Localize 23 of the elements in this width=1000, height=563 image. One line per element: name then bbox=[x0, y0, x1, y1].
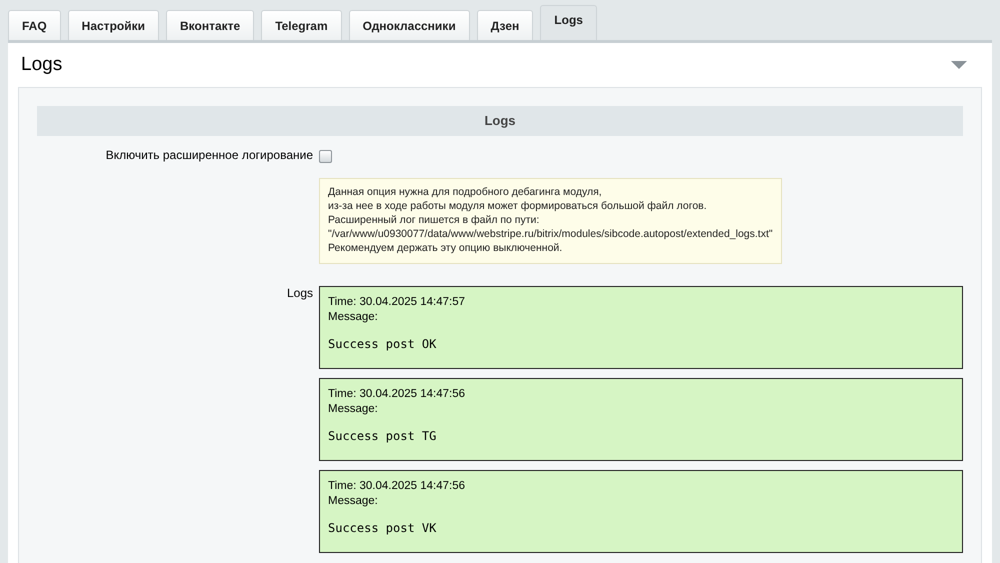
section-header: Logs bbox=[37, 106, 963, 136]
tab[interactable]: Вконтакте bbox=[166, 10, 254, 40]
log-message-label: Message: bbox=[328, 402, 379, 417]
tab[interactable]: Одноклассники bbox=[348, 10, 470, 40]
log-time: Time: 30.04.2025 14:47:56 bbox=[328, 387, 466, 402]
log-message: Success post TG bbox=[328, 429, 438, 443]
option-label: Включить расширенное логирование bbox=[106, 148, 313, 162]
log-time: Time: 30.04.2025 14:47:57 bbox=[328, 295, 466, 310]
collapse-icon[interactable] bbox=[951, 61, 967, 69]
tab[interactable]: Дзен bbox=[476, 10, 534, 40]
panel-title: Logs bbox=[21, 54, 62, 76]
tab[interactable]: Telegram bbox=[261, 10, 342, 40]
tab[interactable]: Настройки bbox=[68, 10, 159, 40]
log-time: Time: 30.04.2025 14:47:56 bbox=[328, 479, 466, 494]
log-message: Success post VK bbox=[328, 521, 438, 535]
tab[interactable]: Logs bbox=[540, 5, 597, 40]
info-note: Данная опция нужна для подробного дебагинга модуля, из-за нее в ходе работы модуля может формироваться большой файл логов. Расширенный лог пишется в файл по пути: "/var/www/u0930077/data/www/webstripe.ru/bitrix/modules/sibcode.autopost/extended_logs.txt" Рекомендуем держать эту опцию выключенной. bbox=[319, 178, 782, 264]
checkbox[interactable] bbox=[319, 150, 332, 164]
tab[interactable]: FAQ bbox=[8, 10, 61, 40]
field-label: Logs bbox=[286, 286, 313, 300]
log-message: Success post OK bbox=[328, 337, 438, 351]
log-message-label: Message: bbox=[328, 494, 379, 509]
log-message-label: Message: bbox=[328, 310, 379, 325]
